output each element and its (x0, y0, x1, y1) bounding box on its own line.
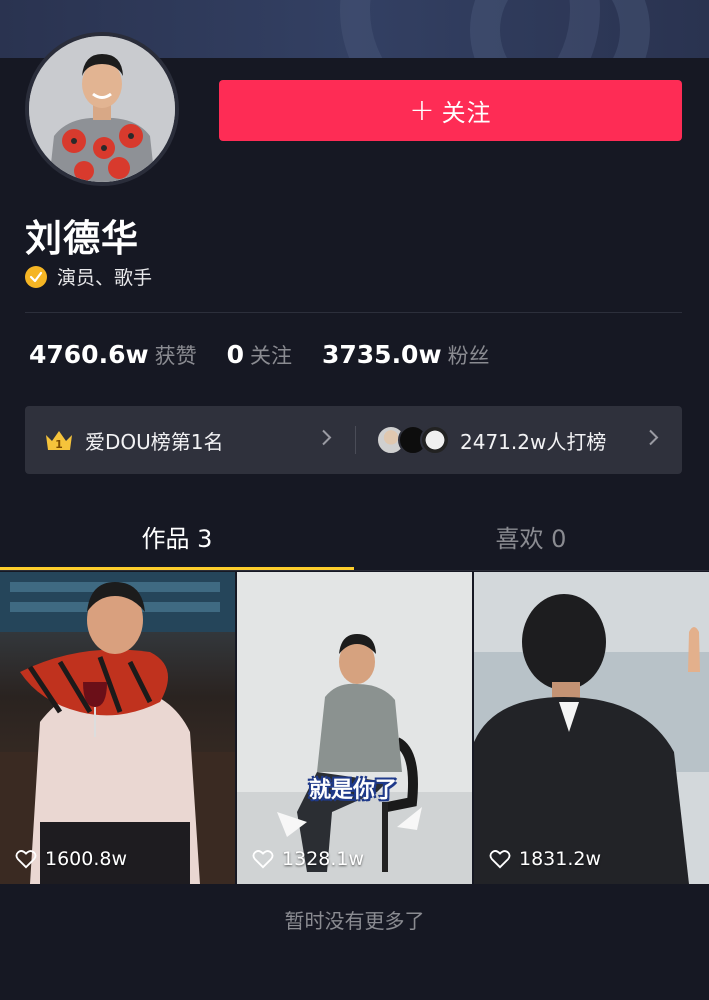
heart-icon (15, 850, 37, 869)
stat-following[interactable]: 0 关注 (227, 340, 292, 370)
stat-value: 4760.6w (29, 340, 149, 369)
active-tab-indicator (0, 567, 354, 570)
stat-value: 0 (226, 340, 244, 369)
stat-label: 关注 (249, 344, 292, 368)
chevron-right-icon (321, 428, 333, 453)
crown-icon: 1 (45, 429, 73, 451)
chevron-right-icon (648, 428, 660, 453)
tab-likes[interactable]: 喜欢 0 (354, 503, 708, 571)
video-thumbnail[interactable]: 1600.8w (0, 572, 235, 884)
profile-name: 刘德华 (25, 217, 139, 260)
crown-number: 1 (55, 438, 63, 451)
heart-icon (252, 850, 274, 869)
video-likes: 1600.8w (15, 848, 127, 870)
plus-icon: + (409, 93, 436, 128)
rank-position-text: 爱DOU榜第1名 (85, 429, 224, 454)
no-more-content: 暂时没有更多了 (284, 909, 425, 933)
video-thumbnail-image (0, 572, 235, 884)
video-grid: 1600.8w 就是你了 1328.1w 1831.2w (0, 572, 709, 884)
video-thumbnail-image (474, 572, 709, 884)
follow-button-label: 关注 (441, 99, 492, 127)
video-likes: 1831.2w (489, 848, 601, 870)
video-thumbnail-image (237, 572, 472, 884)
stat-followers[interactable]: 3735.0w 粉丝 (322, 340, 490, 370)
divider (25, 312, 682, 313)
stat-value: 3735.0w (321, 340, 442, 369)
video-likes: 1328.1w (252, 848, 364, 870)
video-likes-count: 1600.8w (45, 848, 128, 870)
video-likes-count: 1831.2w (519, 848, 602, 870)
verification-line: 演员、歌手 (25, 263, 152, 290)
heart-icon (489, 850, 511, 869)
supporter-avatars (376, 425, 450, 455)
rank-position-entry[interactable]: 1 爱DOU榜第1名 (25, 406, 355, 474)
tab-works[interactable]: 作品 3 (0, 503, 354, 571)
avatar[interactable] (25, 32, 179, 186)
supporters-count-text: 2471.2w人打榜 (460, 429, 607, 454)
rank-bar: 1 爱DOU榜第1名 2471.2w人打榜 (25, 406, 682, 474)
video-thumbnail[interactable]: 就是你了 1328.1w (237, 572, 472, 884)
stat-likes[interactable]: 4760.6w 获赞 (29, 340, 197, 370)
verified-check-icon (25, 265, 47, 288)
rank-supporters-entry[interactable]: 2471.2w人打榜 (356, 406, 682, 474)
follow-button[interactable]: + 关注 (219, 80, 682, 141)
stat-label: 粉丝 (447, 344, 490, 368)
video-thumbnail[interactable]: 1831.2w (474, 572, 709, 884)
stat-label: 获赞 (154, 344, 197, 368)
content-tabs: 作品 3 喜欢 0 (0, 503, 709, 571)
verification-text: 演员、歌手 (57, 267, 153, 289)
profile-stats: 4760.6w 获赞 0 关注 3735.0w 粉丝 (29, 340, 520, 370)
video-caption: 就是你了 (309, 778, 398, 803)
supporter-avatar (420, 425, 450, 455)
video-likes-count: 1328.1w (282, 848, 365, 870)
tab-divider (0, 570, 709, 571)
